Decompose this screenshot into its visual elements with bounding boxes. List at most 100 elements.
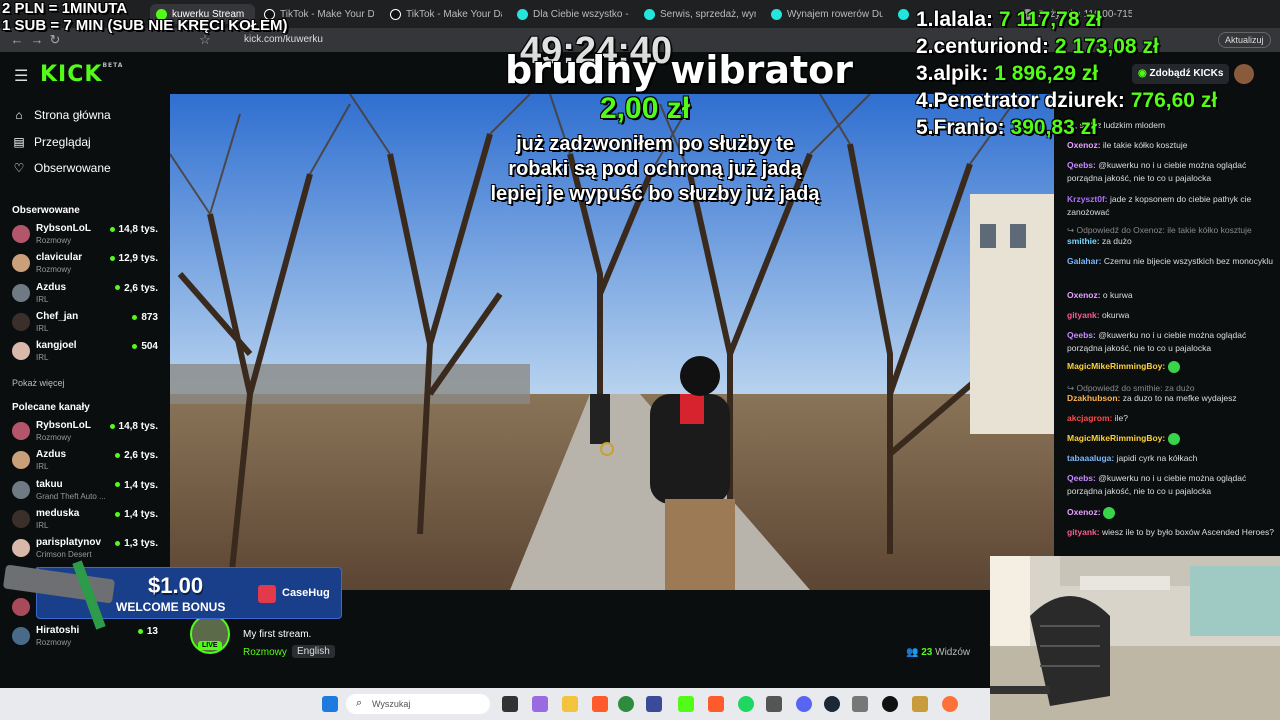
channel-category: Rozmowy [36, 638, 72, 648]
channel-avatar [12, 539, 30, 558]
chat-username[interactable]: tabaaaluga: [1067, 453, 1114, 463]
channel-category: IRL [36, 294, 49, 304]
chat-username[interactable]: Oxenoz: [1067, 290, 1101, 300]
notes-icon[interactable] [766, 696, 782, 712]
channel-item[interactable]: Azdus IRL 2,6 tys. [12, 280, 162, 308]
chat-username[interactable]: smithie: [1067, 236, 1100, 246]
obs-icon[interactable] [882, 696, 898, 712]
nav-following[interactable]: ♡ Obserwowane [12, 158, 111, 178]
heart-icon: ♡ [13, 161, 25, 175]
channel-viewers: 504 [132, 341, 158, 352]
leaderboard-rank: 2. [916, 35, 934, 58]
channel-item[interactable]: meduska IRL 1,4 tys. [12, 506, 162, 534]
menu-icon[interactable]: ☰ [14, 66, 28, 86]
update-button[interactable]: Aktualizuj [1218, 32, 1271, 48]
chat-username[interactable]: MagicMikeRimmingBoy: [1067, 361, 1165, 371]
channel-item[interactable]: takuu Grand Theft Auto ... 1,4 tys. [12, 477, 162, 505]
channel-item[interactable]: clavicular Rozmowy 12,9 tys. [12, 250, 162, 278]
tab-olx-2[interactable]: Serwis, sprzedaż, wynajem [644, 4, 756, 24]
spotify-icon[interactable] [738, 696, 754, 712]
channel-avatar [12, 422, 30, 440]
chat-message: Oxenoz: [1067, 506, 1277, 519]
tab-olx-4[interactable] [898, 4, 918, 24]
leaderboard-amount: 776,60 zł [1130, 89, 1218, 112]
start-icon[interactable] [322, 696, 338, 712]
channel-item[interactable]: Chef_jan IRL 873 [12, 309, 162, 337]
chat-username[interactable]: Oxenoz: [1067, 507, 1101, 517]
viewer-count: 👥 23 Widzów [906, 647, 971, 658]
file-explorer-icon[interactable] [562, 696, 578, 712]
channel-avatar [12, 283, 30, 302]
firefox-icon[interactable] [942, 696, 958, 712]
league-icon[interactable] [912, 696, 928, 712]
get-kicks-button[interactable]: Zdobądź KICKs [1132, 64, 1230, 84]
channel-viewers: 1,3 tys. [115, 538, 158, 549]
live-badge: LIVE [198, 641, 222, 650]
alert-donor-name: brudny wibrator [505, 48, 853, 92]
steam-icon[interactable] [824, 696, 840, 712]
chat-username[interactable]: Oxenoz: [1067, 140, 1101, 150]
channel-viewers: 2,6 tys. [115, 283, 158, 294]
chat-username[interactable]: gityank: [1067, 527, 1100, 537]
chat-message: smithie: za dużo [1067, 235, 1277, 248]
leaderboard-row: 3.alpik: 1 896,29 zł [916, 62, 1098, 86]
user-avatar[interactable] [1234, 64, 1254, 84]
chat-username[interactable]: MagicMikeRimmingBoy: [1067, 433, 1165, 443]
donation-rate-text: 2 PLN = 1MINUTA [2, 0, 128, 17]
kick-app-icon[interactable] [678, 696, 694, 712]
channel-item[interactable]: Azdus IRL 2,6 tys. [12, 447, 162, 475]
channel-avatar [12, 312, 30, 331]
chat-text: za duzo to na mefke wydajesz [1120, 393, 1237, 403]
show-more-link[interactable]: Pokaż więcej [12, 378, 65, 388]
olx-icon [771, 8, 782, 20]
channel-item[interactable]: kangjoel IRL 504 [12, 338, 162, 366]
chat-username[interactable]: Galahar: [1067, 256, 1102, 266]
stream-category[interactable]: Rozmowy [243, 647, 287, 658]
chat-username[interactable]: gityank: [1067, 310, 1100, 320]
chat-username[interactable]: akcjagrom: [1067, 413, 1112, 423]
channel-name: kangjoel [36, 340, 77, 352]
copilot-icon[interactable] [532, 696, 548, 712]
chat-username[interactable]: Qeebs: [1067, 330, 1096, 340]
tab-olx-3[interactable]: Wynajem rowerów Duotts [771, 4, 883, 24]
casehug-logo-icon [258, 585, 276, 603]
brave-icon-2[interactable] [708, 696, 724, 712]
nav-home[interactable]: ⌂ Strona główna [12, 105, 110, 125]
channel-item[interactable]: Hiratoshi Rozmowy 13 [12, 623, 162, 651]
chat-username[interactable]: Qeebs: [1067, 160, 1096, 170]
task-view-icon[interactable] [502, 696, 518, 712]
chat-message: Dzakhubson: za duzo to na mefke wydajesz [1067, 392, 1277, 405]
kick-logo[interactable]: KICKBETA [40, 62, 123, 87]
discord-icon[interactable] [796, 696, 812, 712]
taskbar-search[interactable]: Wyszukaj [346, 694, 490, 714]
app-icon[interactable] [646, 696, 662, 712]
tab-tiktok-2[interactable]: TikTok - Make Your Day [390, 4, 502, 24]
chat-message: Galahar: Czemu nie bijecie wszystkich be… [1067, 255, 1277, 268]
channel-name: takuu [36, 478, 63, 490]
chat-text: o kurwa [1100, 290, 1133, 300]
channel-item[interactable]: parisplatynov Crimson Desert 1,3 tys. [12, 535, 162, 563]
language-tag[interactable]: English [292, 645, 335, 658]
chat-username[interactable]: Dzakhubson: [1067, 393, 1120, 403]
sub-rate-text: 1 SUB = 7 MIN (SUB NIE KRĘCI KOŁEM) [2, 17, 288, 34]
channel-item[interactable]: RybsonLoL Rozmowy 14,8 tys. [12, 221, 162, 249]
chat-text: wiesz ile to by było boxów Ascended Hero… [1099, 527, 1274, 537]
channel-avatar [12, 509, 30, 528]
channel-avatar [12, 451, 30, 470]
chat-text: ↪ Odpowiedź do Oxenoz: ile takie kółko k… [1067, 225, 1252, 235]
stream-title: My first stream. [243, 629, 312, 640]
calculator-icon[interactable] [852, 696, 868, 712]
channel-name: Azdus [36, 281, 66, 293]
brave-icon[interactable] [592, 696, 608, 712]
chat-message: cy, spik z ludzkim mlodem [1067, 119, 1277, 132]
chrome-icon[interactable] [618, 696, 634, 712]
chat-username[interactable]: Qeebs: [1067, 473, 1096, 483]
webcam-overlay [990, 556, 1280, 720]
channel-name: RybsonLoL [36, 420, 91, 431]
leaderboard-name: Penetrator dziurek: [933, 89, 1125, 112]
nav-browse[interactable]: ▤ Przeglądaj [12, 132, 90, 152]
chat-username[interactable]: Krzyszt0f: [1067, 194, 1108, 204]
channel-item[interactable]: RybsonLoL Rozmowy 14,8 tys. [12, 418, 162, 446]
tab-olx-1[interactable]: Dla Ciebie wszystko - spra [517, 4, 629, 24]
channel-viewers: 14,8 tys. [110, 421, 158, 432]
